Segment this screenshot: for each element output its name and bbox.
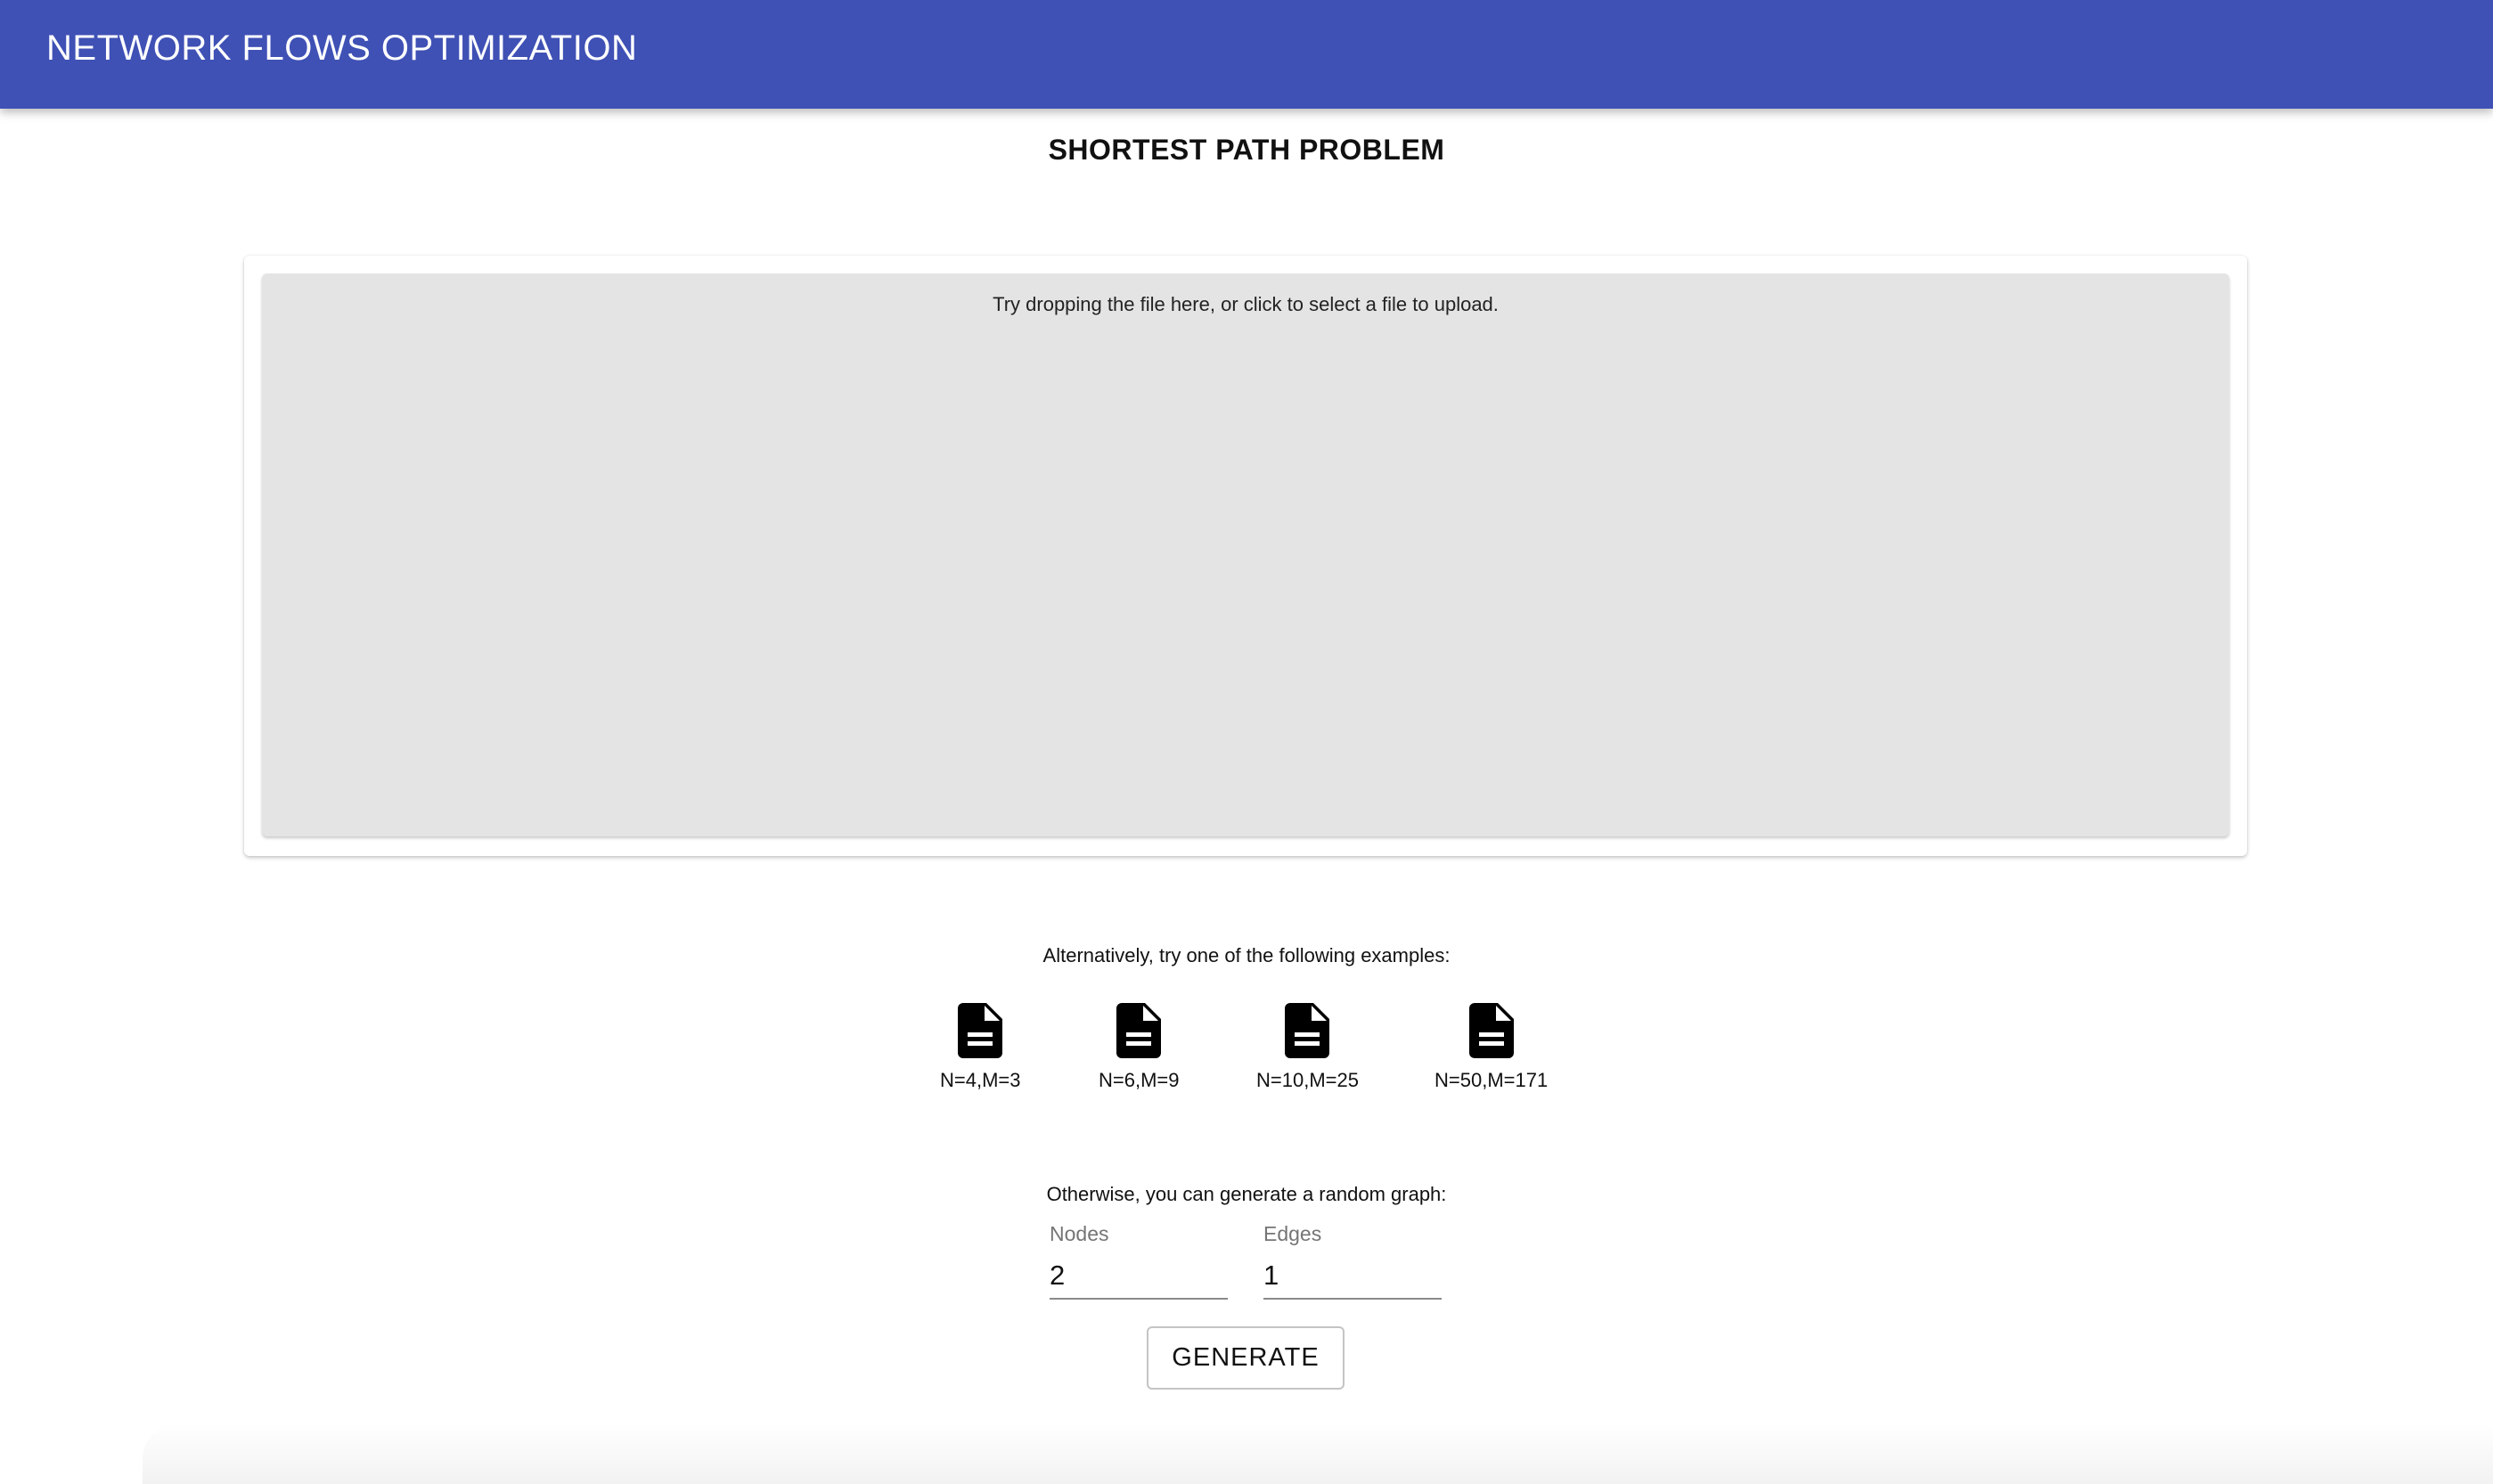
example-label: N=10,M=25 — [1256, 1069, 1359, 1091]
example-file-4[interactable]: N=50,M=171 — [1434, 1003, 1548, 1092]
edges-input[interactable] — [1263, 1259, 1442, 1300]
edges-label: Edges — [1263, 1222, 1322, 1245]
example-file-3[interactable]: N=10,M=25 — [1256, 1003, 1359, 1092]
example-label: N=6,M=9 — [1099, 1069, 1180, 1091]
generate-button[interactable]: GENERATE — [1147, 1326, 1345, 1390]
example-file-1[interactable]: N=4,M=3 — [940, 1003, 1021, 1092]
file-document-icon — [1116, 1003, 1162, 1058]
file-document-icon — [958, 1003, 1003, 1058]
file-document-icon — [1285, 1003, 1330, 1058]
drop-zone-hint: Try dropping the file here, or click to … — [993, 293, 1499, 315]
examples-label: Alternatively, try one of the following … — [1042, 944, 1451, 966]
page-title: SHORTEST PATH PROBLEM — [1048, 134, 1445, 166]
app-title: NETWORK FLOWS OPTIMIZATION — [46, 29, 638, 68]
upload-card: Try dropping the file here, or click to … — [244, 256, 2247, 856]
generate-label: Otherwise, you can generate a random gra… — [1046, 1183, 1447, 1205]
app-bar: NETWORK FLOWS OPTIMIZATION — [0, 0, 2493, 109]
nodes-input[interactable] — [1050, 1259, 1228, 1300]
example-file-2[interactable]: N=6,M=9 — [1099, 1003, 1180, 1092]
edges-field: Edges — [1263, 1222, 1442, 1300]
nodes-label: Nodes — [1050, 1222, 1109, 1245]
example-label: N=4,M=3 — [940, 1069, 1021, 1091]
file-drop-zone[interactable]: Try dropping the file here, or click to … — [262, 273, 2229, 836]
example-label: N=50,M=171 — [1434, 1069, 1549, 1091]
bottom-panel-edge — [143, 1423, 2493, 1484]
nodes-field: Nodes — [1050, 1222, 1228, 1300]
file-document-icon — [1468, 1003, 1514, 1058]
